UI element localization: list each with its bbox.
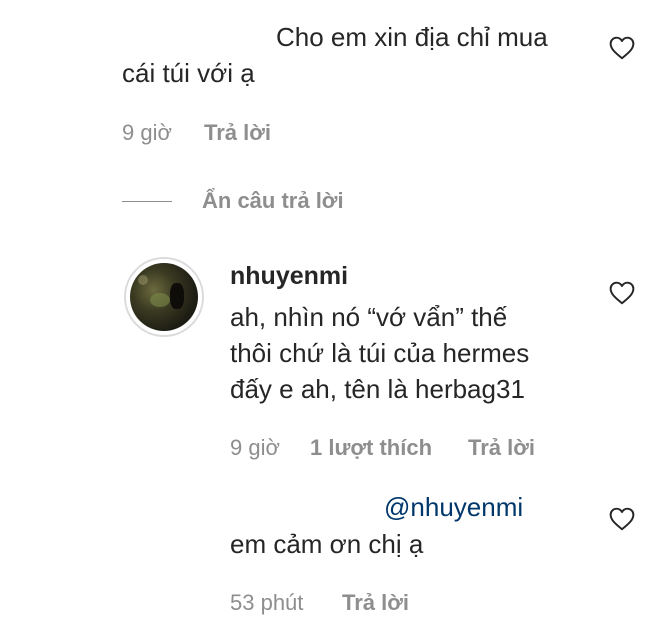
comment-3-mention[interactable]: @nhuyenmi	[384, 492, 523, 523]
heart-icon[interactable]	[609, 281, 635, 305]
hide-replies-button[interactable]: Ẩn câu trả lời	[202, 188, 344, 214]
comment-2-time: 9 giờ	[230, 435, 280, 460]
heart-icon[interactable]	[609, 36, 635, 60]
comment-1-reply-button[interactable]: Trả lời	[204, 120, 271, 146]
comment-2-text-line3: đấy e ah, tên là herbag31	[230, 374, 525, 404]
comment-2-text-line1: ah, nhìn nó “vớ vẩn” thế	[230, 302, 508, 332]
comment-2-likes[interactable]: 1 lượt thích	[310, 435, 432, 461]
comment-1-time: 9 giờ	[122, 120, 172, 145]
comment-2-reply-button[interactable]: Trả lời	[468, 435, 535, 461]
comment-1-text-line1: Cho em xin địa chỉ mua	[276, 22, 548, 52]
comment-3-reply-button[interactable]: Trả lời	[342, 590, 409, 616]
avatar-image	[130, 263, 198, 331]
comment-3-time: 53 phút	[230, 590, 304, 615]
comment-2-username[interactable]: nhuyenmi	[230, 262, 348, 291]
avatar[interactable]	[124, 257, 204, 337]
comment-1-text-line2: cái túi với ạ	[122, 58, 255, 88]
comment-2-text-line2: thôi chứ là túi của hermes	[230, 338, 530, 368]
comment-3-text: em cảm ơn chị ạ	[230, 529, 424, 559]
heart-icon[interactable]	[609, 507, 635, 531]
hide-replies-line	[122, 201, 172, 202]
